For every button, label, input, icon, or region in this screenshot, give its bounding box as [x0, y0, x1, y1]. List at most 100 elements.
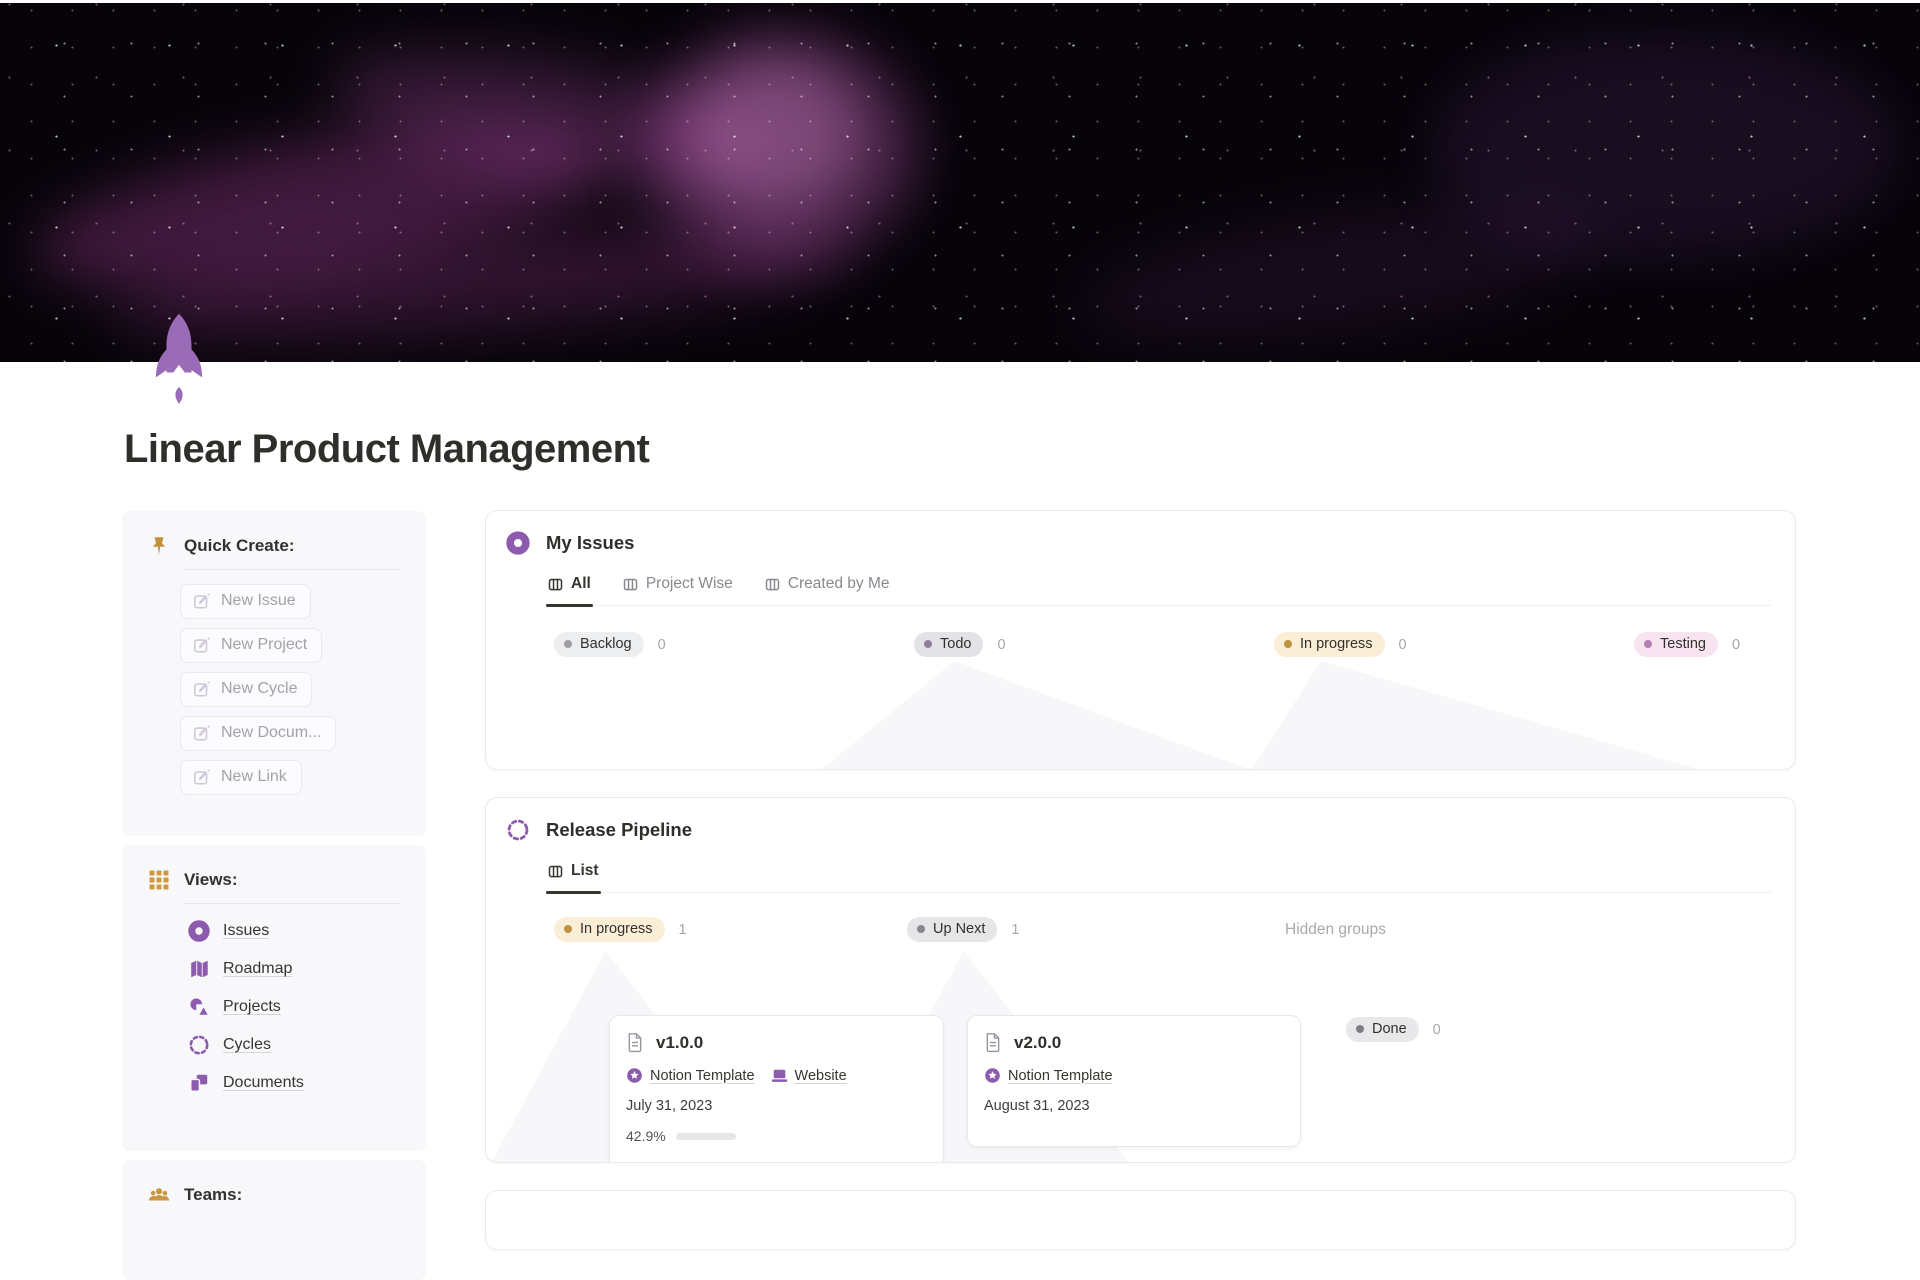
status-badge[interactable]: Up Next: [907, 917, 998, 942]
status-badge[interactable]: Todo: [914, 632, 984, 657]
hidden-groups[interactable]: Hidden groups: [1285, 921, 1386, 939]
status-badge[interactable]: In progress: [554, 917, 665, 942]
release-card-title-row: v2.0.0: [984, 1032, 1284, 1053]
status-dot: [917, 925, 925, 933]
view-tabs: All Project Wise Created by Me: [546, 567, 1771, 607]
release-card-links: Notion Template Website: [626, 1067, 927, 1084]
group-backlog: Backlog 0: [554, 632, 914, 657]
group-in-progress: In progress 1: [554, 917, 907, 942]
status-dot: [564, 640, 572, 648]
next-card-partial: [485, 1190, 1796, 1250]
new-issue-button[interactable]: New Issue: [180, 584, 311, 619]
new-document-button[interactable]: New Docum...: [180, 716, 337, 751]
quick-create-title: Quick Create:: [184, 536, 295, 555]
notion-template-link[interactable]: Notion Template: [984, 1067, 1113, 1084]
grid-icon: [148, 869, 170, 891]
status-label: In progress: [1300, 636, 1373, 652]
document-icon: [626, 1032, 643, 1053]
button-label: New Docum...: [221, 724, 322, 741]
sidebar-item-issues[interactable]: Issues: [188, 920, 400, 942]
website-link[interactable]: Website: [771, 1067, 847, 1084]
release-card-title: v2.0.0: [1014, 1032, 1062, 1052]
sidebar-item-documents[interactable]: Documents: [188, 1072, 400, 1094]
tab-list[interactable]: List: [546, 854, 601, 894]
group-count: 1: [1011, 921, 1020, 938]
release-card-links: Notion Template: [984, 1067, 1284, 1084]
teams-header: Teams:: [148, 1184, 400, 1206]
tab-label: All: [571, 575, 591, 592]
status-dot: [924, 640, 932, 648]
status-label: Backlog: [580, 636, 632, 652]
sidebar-item-label: Documents: [223, 1074, 304, 1091]
rocket-icon[interactable]: [150, 311, 208, 411]
board-icon: [765, 577, 780, 592]
donut-icon: [188, 920, 210, 942]
pages-icon: [188, 1072, 210, 1094]
sidebar-item-label: Roadmap: [223, 960, 293, 977]
notion-template-link[interactable]: Notion Template: [626, 1067, 755, 1084]
link-label: Website: [794, 1067, 847, 1084]
group-testing: Testing 0: [1634, 632, 1740, 657]
sidebar-item-roadmap[interactable]: Roadmap: [188, 958, 400, 980]
board-icon: [623, 577, 638, 592]
map-icon: [188, 958, 210, 980]
view-tabs: List: [546, 854, 1771, 894]
shapes-icon: [188, 996, 210, 1018]
button-label: New Link: [221, 768, 287, 785]
progress-bar: [675, 1132, 736, 1140]
group-count: 0: [997, 636, 1006, 653]
badge-icon: [626, 1067, 643, 1084]
tab-project-wise[interactable]: Project Wise: [621, 567, 735, 605]
window-top-edge: [0, 0, 1920, 3]
main-content: My Issues All Project Wise Created by Me: [485, 510, 1796, 1250]
button-label: New Cycle: [221, 680, 298, 697]
starfield: [0, 0, 1920, 362]
link-label: Notion Template: [650, 1067, 755, 1084]
group-count: 0: [1398, 636, 1407, 653]
my-issues-body: All Project Wise Created by Me Backlog 0…: [546, 567, 1771, 657]
document-icon: [984, 1032, 1001, 1053]
status-dot: [1356, 1025, 1364, 1033]
empty-board-triangle: [821, 661, 1251, 769]
views-title: Views:: [184, 870, 238, 889]
status-label: Testing: [1660, 636, 1706, 652]
sidebar-item-cycles[interactable]: Cycles: [188, 1034, 400, 1056]
status-badge[interactable]: In progress: [1274, 632, 1385, 657]
edit-icon: [193, 680, 211, 698]
edit-icon: [193, 636, 211, 654]
release-pipeline-header: Release Pipeline: [486, 798, 1795, 842]
tab-label: List: [571, 862, 599, 879]
list-groups: In progress 1 Up Next 1 Hidden groups: [546, 917, 1771, 942]
divider: [184, 569, 400, 570]
board-icon: [548, 864, 563, 879]
tab-created-by-me[interactable]: Created by Me: [763, 567, 892, 605]
tab-label: Created by Me: [787, 575, 890, 592]
new-project-button[interactable]: New Project: [180, 628, 323, 663]
status-badge[interactable]: Testing: [1634, 632, 1718, 657]
release-date: August 31, 2023: [984, 1098, 1090, 1114]
people-icon: [148, 1184, 170, 1206]
edit-icon: [193, 724, 211, 742]
release-card-v1[interactable]: v1.0.0 Notion Template Website July 31, …: [609, 1015, 944, 1162]
tab-label: Project Wise: [645, 575, 733, 592]
group-in-progress: In progress 0: [1274, 632, 1634, 657]
status-label: In progress: [580, 921, 653, 937]
edit-icon: [193, 592, 211, 610]
sidebar-item-label: Cycles: [223, 1036, 272, 1053]
status-label: Up Next: [933, 921, 986, 937]
sidebar-item-projects[interactable]: Projects: [188, 996, 400, 1018]
status-badge[interactable]: Backlog: [554, 632, 644, 657]
progress-label: 42.9%: [626, 1128, 666, 1144]
release-card-v2[interactable]: v2.0.0 Notion Template August 31, 2023: [967, 1015, 1301, 1147]
database-title: Release Pipeline: [546, 819, 693, 840]
release-card-title-row: v1.0.0: [626, 1032, 927, 1053]
database-title: My Issues: [546, 532, 635, 553]
teams-card: Teams:: [122, 1160, 426, 1280]
new-link-button[interactable]: New Link: [180, 760, 302, 795]
status-badge[interactable]: Done: [1346, 1017, 1419, 1042]
laptop-icon: [771, 1067, 788, 1084]
tab-all[interactable]: All: [546, 567, 593, 607]
new-cycle-button[interactable]: New Cycle: [180, 672, 313, 707]
my-issues-header: My Issues: [486, 511, 1795, 555]
group-count: 1: [678, 921, 687, 938]
